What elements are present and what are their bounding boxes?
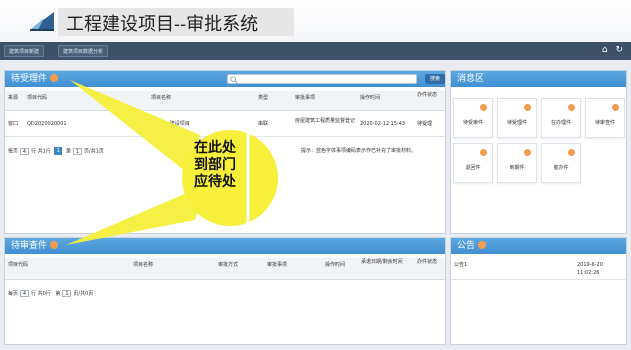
callout-line: 在此处 — [194, 140, 236, 156]
arrow-upper — [70, 80, 200, 175]
callout-arrows — [66, 80, 278, 245]
callout-line: 应待处 — [194, 174, 236, 190]
callout-text: 在此处 到部门 应待处 — [194, 140, 236, 191]
callout-line: 到部门 — [194, 157, 236, 173]
arrow-lower — [66, 185, 205, 245]
